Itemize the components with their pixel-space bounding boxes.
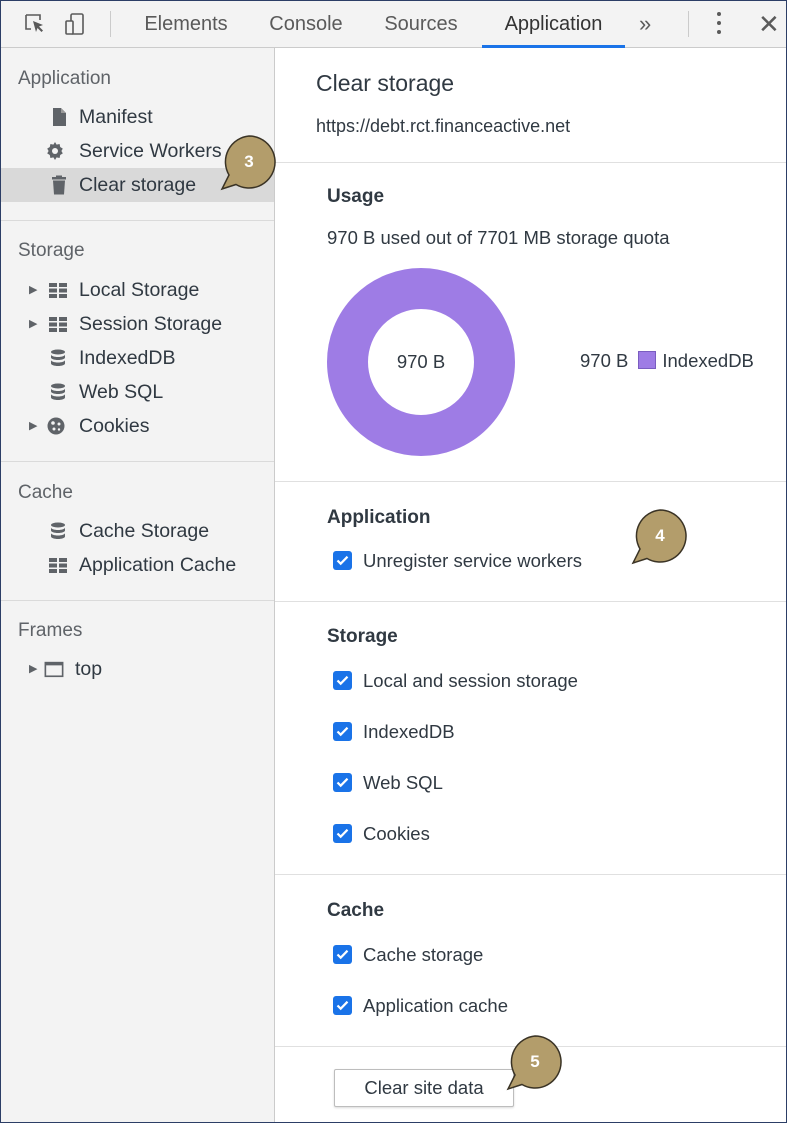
file-icon <box>53 108 66 126</box>
sidebar-item-label: IndexedDB <box>79 347 176 369</box>
sidebar-item-label: Application Cache <box>79 554 237 576</box>
storage-heading: Storage <box>327 626 398 647</box>
sidebar-item-cache-storage[interactable]: Cache Storage <box>1 514 274 548</box>
more-options-icon[interactable] <box>715 10 723 38</box>
checkbox-label: Unregister service workers <box>363 550 582 571</box>
checkbox-checked-icon[interactable] <box>333 996 352 1015</box>
toolbar-separator <box>110 11 111 37</box>
trash-icon <box>52 175 66 195</box>
annotation-callout-5: 5 <box>506 1033 564 1091</box>
page-title: Clear storage <box>316 70 455 96</box>
cookie-icon <box>47 417 65 435</box>
sidebar-item-label: Cookies <box>79 415 150 437</box>
sidebar-item-cookies[interactable]: ▶ Cookies <box>1 409 274 443</box>
grid-icon <box>49 558 67 573</box>
device-toolbar-icon[interactable] <box>63 12 87 36</box>
checkbox-checked-icon[interactable] <box>333 824 352 843</box>
usage-legend: 970 B IndexedDB <box>580 350 754 372</box>
grid-icon <box>49 317 67 332</box>
sidebar-item-web-sql[interactable]: Web SQL <box>1 375 274 409</box>
expand-arrow-icon[interactable]: ▶ <box>29 652 37 686</box>
tab-sources[interactable]: Sources <box>369 1 473 47</box>
callout-number: 5 <box>530 1052 540 1071</box>
sidebar-divider <box>1 600 274 601</box>
sidebar-item-label: Service Workers <box>79 140 222 162</box>
frame-icon <box>44 661 64 678</box>
legend-swatch <box>638 351 657 369</box>
gear-icon <box>47 142 63 160</box>
grid-icon <box>49 283 67 298</box>
sidebar-item-label: top <box>75 658 103 680</box>
expand-arrow-icon[interactable]: ▶ <box>29 273 37 307</box>
sidebar-item-label: Session Storage <box>79 313 223 335</box>
sidebar-section-application: Application <box>18 68 111 89</box>
annotation-callout-4: 4 <box>631 507 689 565</box>
section-divider <box>275 162 786 163</box>
clear-storage-panel: Clear storage https://debt.rct.financeac… <box>275 48 786 1122</box>
sidebar: Application Manifest Service Workers Cle… <box>1 48 275 1122</box>
checkbox-checked-icon[interactable] <box>333 945 352 964</box>
sidebar-divider <box>1 461 274 462</box>
checkbox-checked-icon[interactable] <box>333 551 352 570</box>
cache-heading: Cache <box>327 900 385 921</box>
sidebar-item-manifest[interactable]: Manifest <box>1 100 274 134</box>
devtools-window: Elements Console Sources Application » ✕… <box>0 0 787 1123</box>
tab-elements[interactable]: Elements <box>131 1 241 47</box>
sidebar-item-label: Web SQL <box>79 381 164 403</box>
database-icon <box>51 383 65 400</box>
donut-center-label: 970 B <box>396 351 446 372</box>
database-icon <box>51 522 65 539</box>
section-divider <box>275 874 786 875</box>
usage-summary: 970 B used out of 7701 MB storage quota <box>327 227 670 248</box>
toolbar-separator <box>688 11 689 37</box>
database-icon <box>51 349 65 366</box>
clear-site-data-button[interactable]: Clear site data <box>334 1069 514 1107</box>
sidebar-item-label: Manifest <box>79 106 153 128</box>
sidebar-item-frame-top[interactable]: ▶ top <box>1 652 274 686</box>
sidebar-item-indexeddb[interactable]: IndexedDB <box>1 341 274 375</box>
inspect-element-icon[interactable] <box>23 12 47 36</box>
sidebar-item-session-storage[interactable]: ▶ Session Storage <box>1 307 274 341</box>
checkbox-label: IndexedDB <box>363 721 455 742</box>
callout-number: 4 <box>655 526 665 545</box>
origin-url: https://debt.rct.financeactive.net <box>316 116 571 136</box>
application-heading: Application <box>327 507 431 528</box>
devtools-toolbar: Elements Console Sources Application » ✕ <box>1 1 786 48</box>
checkbox-label: Local and session storage <box>363 670 578 691</box>
annotation-callout-3: 3 <box>220 133 278 191</box>
callout-number: 3 <box>244 152 254 171</box>
checkbox-label: Cookies <box>363 823 430 844</box>
sidebar-item-label: Cache Storage <box>79 520 210 542</box>
sidebar-section-frames: Frames <box>18 620 83 641</box>
close-icon[interactable]: ✕ <box>758 9 780 39</box>
expand-arrow-icon[interactable]: ▶ <box>29 307 37 341</box>
section-divider <box>275 481 786 482</box>
sidebar-section-storage: Storage <box>18 240 85 261</box>
usage-heading: Usage <box>327 186 385 207</box>
legend-label: IndexedDB <box>662 350 754 371</box>
sidebar-section-cache: Cache <box>18 482 73 503</box>
checkbox-checked-icon[interactable] <box>333 722 352 741</box>
checkbox-label: Application cache <box>363 995 509 1016</box>
sidebar-item-application-cache[interactable]: Application Cache <box>1 548 274 582</box>
sidebar-item-label: Clear storage <box>79 174 197 196</box>
tab-application[interactable]: Application <box>482 1 625 48</box>
sidebar-item-local-storage[interactable]: ▶ Local Storage <box>1 273 274 307</box>
tab-console[interactable]: Console <box>256 1 356 47</box>
checkbox-checked-icon[interactable] <box>333 671 352 690</box>
checkbox-checked-icon[interactable] <box>333 773 352 792</box>
legend-value: 970 B <box>580 350 629 371</box>
section-divider <box>275 601 786 602</box>
sidebar-item-label: Local Storage <box>79 279 200 301</box>
expand-arrow-icon[interactable]: ▶ <box>29 409 37 443</box>
checkbox-label: Cache storage <box>363 944 484 965</box>
sidebar-divider <box>1 220 274 221</box>
more-tabs-button[interactable]: » <box>639 1 651 47</box>
checkbox-label: Web SQL <box>363 772 443 793</box>
